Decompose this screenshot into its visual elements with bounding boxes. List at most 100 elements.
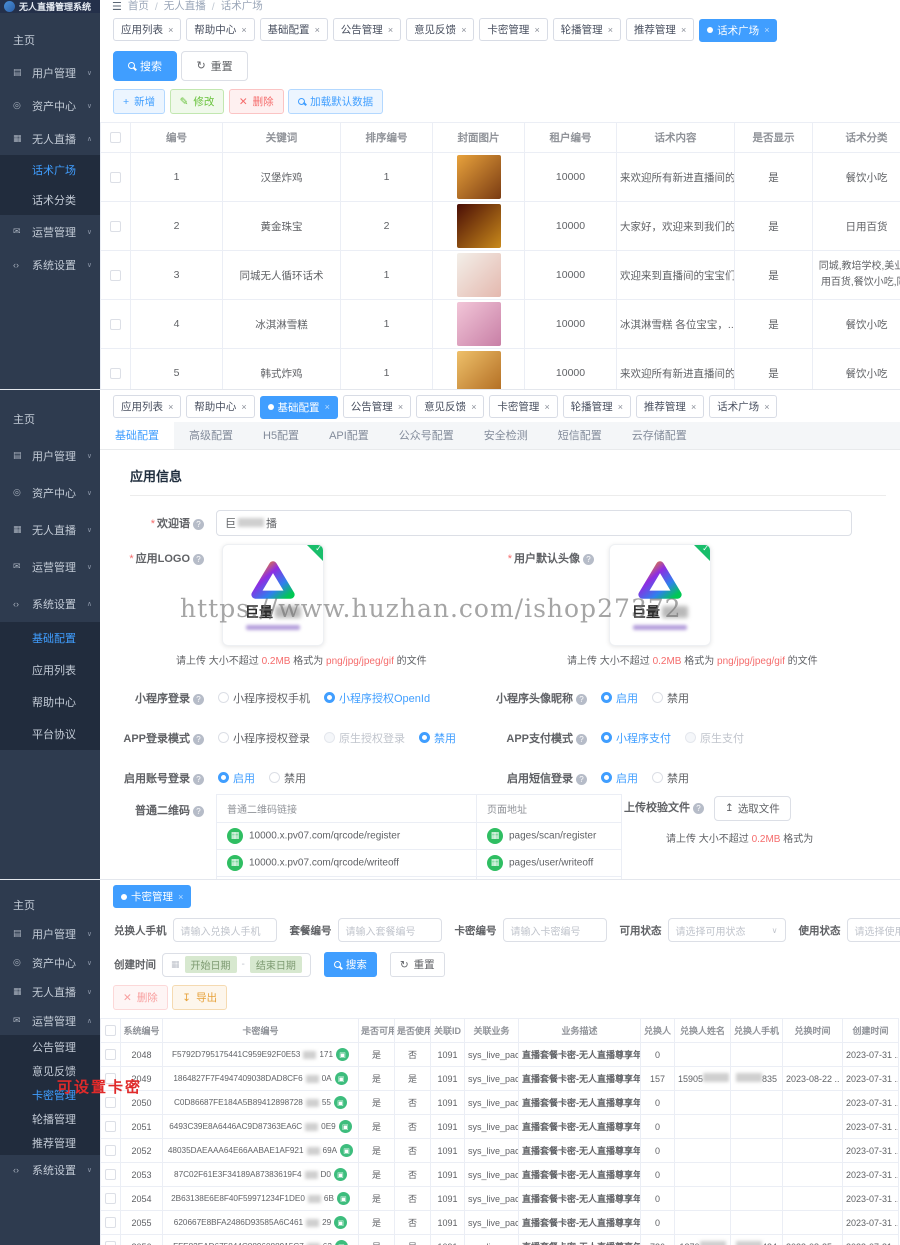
close-icon[interactable]: × (168, 25, 173, 35)
sidebar-item-live[interactable]: ▦ 无人直播 ∨ (0, 511, 100, 548)
close-icon[interactable]: × (618, 402, 623, 412)
date-range-input[interactable]: ▦ 开始日期 - 结束日期 (162, 952, 311, 977)
copy-icon[interactable]: ▣ (340, 1144, 354, 1157)
close-icon[interactable]: × (398, 402, 403, 412)
close-icon[interactable]: × (461, 25, 466, 35)
sidebar-item-live[interactable]: ▦ 无人直播 ∧ (0, 122, 100, 155)
table-row[interactable]: 2048 F5792D795175441C959E92F0E53 171 ▣ 是否 109… (100, 1042, 899, 1067)
row-checkbox[interactable] (105, 1193, 116, 1205)
close-icon[interactable]: × (325, 402, 330, 412)
filter-select-可用状态[interactable]: 请选择可用状态 ∨ (667, 918, 786, 942)
close-icon[interactable]: × (764, 25, 769, 35)
sidebar-item-settings[interactable]: ‹› 系统设置 ∧ (0, 585, 100, 622)
tab-公告管理[interactable]: 公告管理 × (342, 395, 412, 418)
subtab-H5配置[interactable]: H5配置 (248, 422, 314, 449)
sidebar-item-operations[interactable]: ✉ 运营管理 ∧ (0, 1006, 100, 1035)
row-checkbox[interactable] (105, 1097, 116, 1109)
radio-原生支付[interactable]: 原生支付 (685, 730, 744, 746)
sidebar-item-users[interactable]: ▤ 用户管理 ∨ (0, 56, 100, 89)
tab-话术广场[interactable]: 话术广场 × (699, 18, 778, 42)
row-checkbox[interactable] (110, 318, 121, 330)
tab-轮播管理[interactable]: 轮播管理 × (562, 395, 631, 418)
sidebar-item-script-category[interactable]: 话术分类 (0, 185, 100, 215)
question-icon[interactable]: ? (693, 803, 704, 814)
close-icon[interactable]: × (608, 25, 613, 35)
sidebar-item-settings[interactable]: ‹› 系统设置 ∨ (0, 1155, 100, 1184)
radio-禁用[interactable]: 禁用 (652, 690, 689, 706)
question-icon[interactable]: ? (576, 733, 587, 745)
question-icon[interactable]: ? (193, 773, 204, 785)
question-icon[interactable]: ? (193, 693, 204, 705)
row-checkbox[interactable] (105, 1049, 116, 1061)
search-button[interactable]: 搜索 (113, 50, 177, 81)
load-default-button[interactable]: 加载默认数据 (288, 88, 384, 114)
row-checkbox[interactable] (110, 171, 121, 183)
sidebar-item-home[interactable]: 主页 (0, 400, 100, 437)
question-icon[interactable]: ? (193, 733, 204, 745)
tab-应用列表[interactable]: 应用列表 × (113, 18, 182, 41)
start-date[interactable]: 开始日期 (184, 956, 237, 973)
search-button[interactable]: 搜索 (323, 952, 377, 977)
table-row[interactable]: 2052 48035DAEAAA64E66AABAE1AF921 69A ▣ 是否 109… (100, 1138, 899, 1163)
hamburger-icon[interactable]: ☰ (112, 0, 122, 13)
close-icon[interactable]: × (764, 402, 769, 412)
sidebar-item-assets[interactable]: ◎ 资产中心 ∨ (0, 474, 100, 511)
table-row[interactable]: 2050 C0D86687FE184A5B89412898728 55 ▣ 是否 1091… (100, 1090, 899, 1115)
question-icon[interactable]: ? (576, 693, 587, 705)
tab-帮助中心[interactable]: 帮助中心 × (186, 18, 255, 41)
table-row[interactable]: 2055 620667E8BFA2486D93585A6C461 29 ▣ 是否 1091… (100, 1210, 899, 1235)
radio-禁用[interactable]: 禁用 (652, 770, 689, 786)
close-icon[interactable]: × (681, 25, 686, 35)
close-icon[interactable]: × (168, 402, 173, 412)
tab-话术广场[interactable]: 话术广场 × (709, 395, 778, 418)
table-row[interactable]: 2054 2B63138E6E8F40F59971234F1DE0 6B ▣ 是否 109… (100, 1186, 899, 1211)
sidebar-item-app-list[interactable]: 应用列表 (0, 654, 100, 686)
select-all-checkbox[interactable] (110, 132, 121, 144)
tab-推荐管理[interactable]: 推荐管理 × (635, 395, 705, 418)
sidebar-item-carousel[interactable]: 轮播管理 (0, 1107, 100, 1131)
sidebar-item-assets[interactable]: ◎ 资产中心 ∨ (0, 948, 100, 977)
filter-input-套餐编号[interactable]: 请输入套餐编号 (337, 918, 442, 942)
radio-小程序授权OpenId[interactable]: 小程序授权OpenId (324, 690, 430, 706)
tab-意见反馈[interactable]: 意见反馈 × (406, 18, 475, 41)
row-checkbox[interactable] (110, 367, 121, 379)
sidebar-item-users[interactable]: ▤ 用户管理 ∨ (0, 919, 100, 948)
subtab-安全检测[interactable]: 安全检测 (469, 422, 543, 449)
sidebar-item-script-plaza[interactable]: 话术广场 (0, 155, 100, 185)
radio-小程序授权手机[interactable]: 小程序授权手机 (218, 690, 310, 706)
row-checkbox[interactable] (105, 1217, 116, 1229)
radio-启用[interactable]: 启用 (601, 770, 638, 786)
radio-启用[interactable]: 启用 (218, 770, 255, 786)
qr-code-icon[interactable]: ▦ (487, 854, 503, 871)
reset-button[interactable]: ↻ 重置 (181, 50, 248, 81)
sidebar-item-assets[interactable]: ◎ 资产中心 ∨ (0, 89, 100, 122)
question-icon[interactable]: ? (193, 553, 204, 565)
subtab-基础配置[interactable]: 基础配置 (100, 421, 174, 449)
table-row[interactable]: 3同城无人循环话术1 10000欢迎来到直播间的宝宝们...是同城,教培学校,美业… (100, 250, 900, 300)
table-row[interactable]: 5 韩式炸鸡 1 10000 来欢迎所有新进直播间的... 是餐饮小吃 (100, 348, 900, 389)
tab-卡密管理[interactable]: 卡密管理 × (479, 18, 548, 41)
tab-意见反馈[interactable]: 意见反馈 × (416, 395, 485, 418)
tab-帮助中心[interactable]: 帮助中心 × (186, 395, 255, 418)
sidebar-item-operations[interactable]: ✉ 运营管理 ∨ (0, 548, 100, 585)
subtab-高级配置[interactable]: 高级配置 (174, 422, 248, 449)
qr-code-icon[interactable]: ▦ (487, 827, 503, 844)
radio-启用[interactable]: 启用 (601, 690, 638, 706)
row-checkbox[interactable] (105, 1241, 116, 1245)
question-icon[interactable]: ? (583, 553, 594, 565)
select-all-checkbox[interactable] (105, 1025, 116, 1037)
breadcrumb-live[interactable]: 无人直播 (164, 0, 206, 13)
reset-button[interactable]: ↻ 重置 (389, 952, 445, 977)
table-row[interactable]: 2049 1864827F7F4947409038DAD8CF6 0A ▣ 是是 1091… (100, 1066, 899, 1091)
welcome-input[interactable]: 巨 播 (216, 509, 852, 536)
question-icon[interactable]: ? (193, 518, 204, 530)
row-checkbox[interactable] (110, 220, 121, 232)
question-icon[interactable]: ? (576, 773, 587, 785)
end-date[interactable]: 结束日期 (249, 956, 302, 973)
table-row[interactable]: 2053 87C02F61E3F34189A87383619F4 D0 ▣ 是否 1091… (100, 1162, 899, 1187)
sidebar-item-recommend[interactable]: 推荐管理 (0, 1131, 100, 1155)
close-icon[interactable]: × (178, 892, 183, 902)
copy-icon[interactable]: ▣ (334, 1240, 348, 1245)
sidebar-item-users[interactable]: ▤ 用户管理 ∨ (0, 437, 100, 474)
qr-code-icon[interactable]: ▦ (227, 827, 243, 844)
